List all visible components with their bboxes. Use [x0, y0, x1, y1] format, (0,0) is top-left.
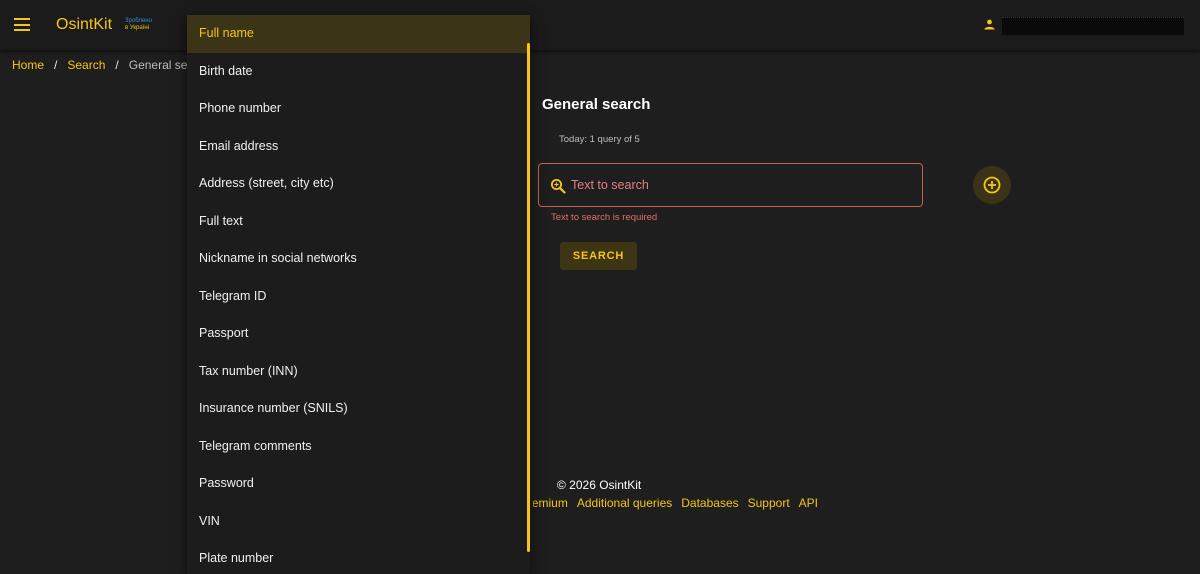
user-name-redacted[interactable]: ░░░░░░░░░░░░░░░░░░░░░░░░░░░░░░░░░░░░░░░░ [1002, 17, 1184, 35]
search-type-dropdown: Full name Birth date Phone number Email add… [187, 15, 530, 574]
footer-link-additional-queries[interactable]: Additional queries [577, 496, 672, 510]
footer-link-support[interactable]: Support [748, 496, 790, 510]
add-filter-button[interactable] [973, 166, 1011, 204]
search-type-options: Full name Birth date Phone number Email add… [187, 15, 530, 574]
search-type-option[interactable]: VIN [187, 503, 530, 541]
made-in-line2: в Україні [125, 25, 150, 31]
breadcrumb-separator: / [115, 58, 119, 72]
search-type-option[interactable]: Passport [187, 315, 530, 353]
search-button[interactable]: SEARCH [560, 242, 637, 270]
search-input[interactable] [571, 174, 911, 196]
brand-logo[interactable]: OsintKit [56, 16, 112, 34]
footer-link-databases[interactable]: Databases [681, 496, 738, 510]
user-icon[interactable] [984, 19, 995, 30]
footer-link-api[interactable]: API [799, 496, 818, 510]
footer-links: Premium Additional queries Databases Suppor… [533, 496, 833, 512]
search-type-option[interactable]: Plate number [187, 540, 530, 574]
search-type-option[interactable]: Tax number (INN) [187, 353, 530, 391]
breadcrumb-search[interactable]: Search [67, 58, 105, 72]
search-error-message: Text to search is required [551, 212, 658, 223]
page-title: General search [542, 96, 651, 113]
query-quota: Today: 1 query of 5 [559, 134, 640, 145]
dropdown-scrollbar[interactable] [527, 43, 530, 552]
search-type-option[interactable]: Full name [187, 15, 530, 53]
top-app-bar: OsintKit Зроблено в Україні ░░░░░░░░░░░░… [0, 0, 1200, 50]
search-type-option[interactable]: Telegram ID [187, 278, 530, 316]
breadcrumb-home[interactable]: Home [12, 58, 44, 72]
footer-link-premium[interactable]: Premium [533, 496, 568, 510]
menu-icon[interactable] [14, 18, 30, 31]
search-type-option[interactable]: Address (street, city etc) [187, 165, 530, 203]
search-type-option[interactable]: Nickname in social networks [187, 240, 530, 278]
breadcrumb-separator: / [54, 58, 58, 72]
search-type-option[interactable]: Phone number [187, 90, 530, 128]
search-type-option[interactable]: Birth date [187, 53, 530, 91]
search-type-option[interactable]: Password [187, 465, 530, 503]
search-icon [551, 179, 566, 194]
made-in-ukraine-badge: Зроблено в Україні [125, 18, 152, 32]
search-type-option[interactable]: Insurance number (SNILS) [187, 390, 530, 428]
search-type-option[interactable]: Email address [187, 128, 530, 166]
search-type-option[interactable]: Full text [187, 203, 530, 241]
search-type-option[interactable]: Telegram comments [187, 428, 530, 466]
made-in-line1: Зроблено [125, 18, 152, 24]
plus-circle-icon [983, 176, 1001, 194]
breadcrumb: Home / Search / General search [12, 58, 211, 72]
search-field[interactable] [538, 163, 923, 207]
copyright: © 2026 OsintKit [557, 478, 642, 492]
